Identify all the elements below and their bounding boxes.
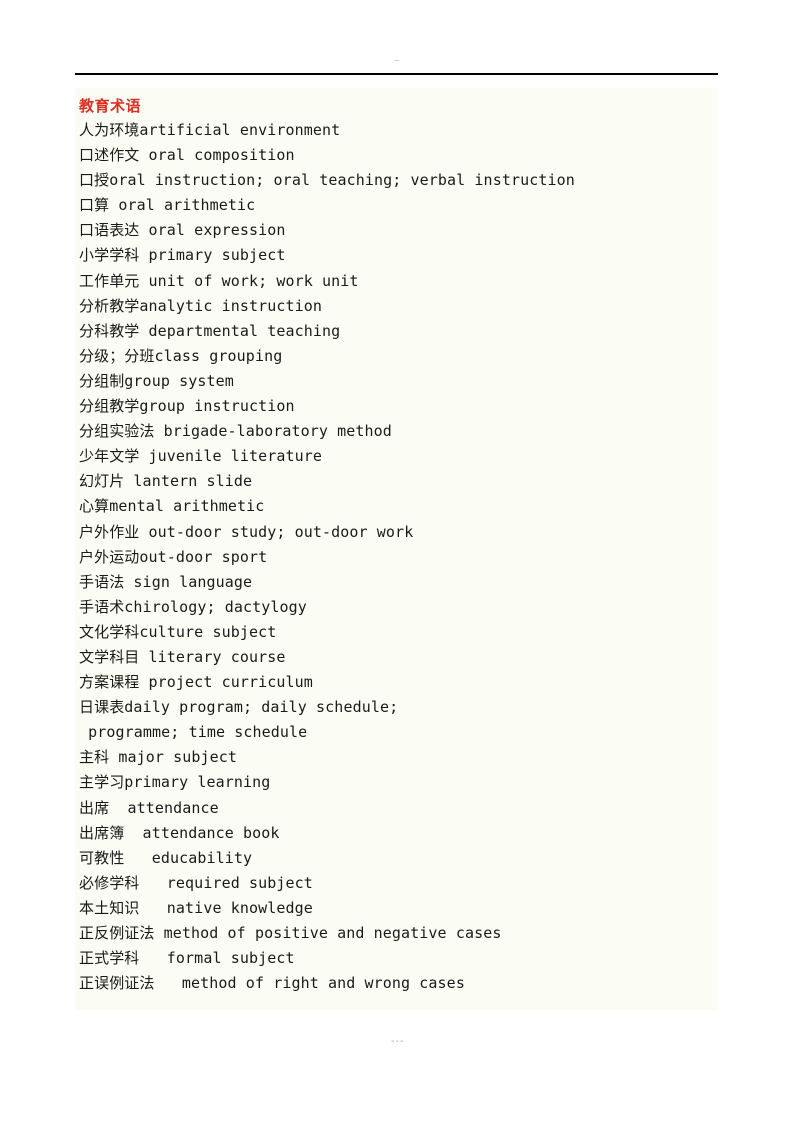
glossary-term-line: 可教性 educability [79,848,253,867]
glossary-term-line: 分科教学 departmental teaching [79,321,341,340]
glossary-term-line: 分级；分班class grouping [79,346,283,365]
glossary-term-line: 幻灯片 lantern slide [79,472,253,491]
page-header: – [0,0,793,80]
page-footer: --- [0,1036,793,1066]
glossary-term-line: 日课表daily program; daily schedule; [79,698,399,717]
glossary-term-line: 主科 major subject [79,748,238,767]
glossary-term-line: 出席簿 attendance book [79,823,280,842]
glossary-term-line: 正误例证法 method of right and wrong cases [79,974,465,993]
glossary-term-list: 人为环境artificial environment 口述作文 oral comp… [75,116,718,1008]
glossary-term-line: 口授oral instruction; oral teaching; verba… [79,171,575,190]
glossary-term-line: 正式学科 formal subject [79,949,295,968]
glossary-term-line: 手语术chirology; dactylogy [79,597,307,616]
glossary-term-line: programme; time schedule [79,723,308,742]
glossary-term-line: 户外作业 out-door study; out-door work [79,522,414,541]
glossary-term-line: 手语法 sign language [79,572,253,591]
glossary-term-line: 出席 attendance [79,798,219,817]
glossary-term-line: 户外运动out-door sport [79,547,268,566]
page-title: 教育术语 [79,97,142,115]
glossary-term-line: 工作单元 unit of work; work unit [79,271,359,290]
glossary-term-line: 分组教学group instruction [79,397,295,416]
glossary-term-line: 人为环境artificial environment [79,121,341,139]
glossary-term-line: 心算mental arithmetic [79,497,265,516]
glossary-term-line: 主学习primary learning [79,773,271,792]
footer-page-mark: --- [389,1036,405,1047]
document-page: – 教育术语 人为环境artificial environment 口述作文 or… [0,0,793,1122]
glossary-term-line: 小学学科 primary subject [79,246,286,265]
glossary-content-block: 教育术语 人为环境artificial environment 口述作文 oral… [75,88,718,1010]
glossary-term-line: 正反例证法 method of positive and negative ca… [79,924,502,942]
header-rule-divider [75,73,718,75]
glossary-term-line: 分析教学analytic instruction [79,296,323,315]
glossary-term-line: 文化学科culture subject [79,622,277,641]
glossary-term-line: 必修学科 required subject [79,873,313,892]
glossary-term-line: 口述作文 oral composition [79,146,295,165]
glossary-term-line: 分组制group system [79,371,234,390]
glossary-term-line: 分组实验法 brigade-laboratory method [79,422,392,441]
header-mark: – [394,56,399,66]
glossary-term-line: 文学科目 literary course [79,647,286,666]
glossary-term-line: 少年文学 juvenile literature [79,447,323,466]
glossary-term-line: 本土知识 native knowledge [79,898,313,917]
glossary-term-line: 口语表达 oral expression [79,221,286,240]
glossary-term-line: 口算 oral arithmetic [79,196,256,215]
glossary-term-line: 方案课程 project curriculum [79,673,313,692]
